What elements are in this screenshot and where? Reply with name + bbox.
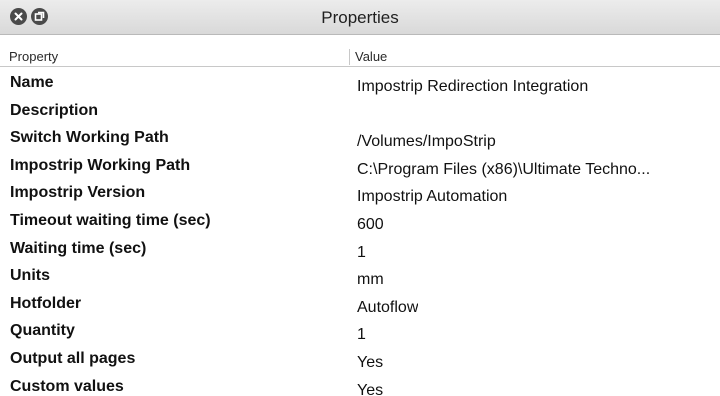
property-name: Custom values <box>10 377 124 395</box>
property-value[interactable]: /Volumes/ImpoStrip <box>357 133 496 151</box>
property-value[interactable]: Yes <box>357 354 383 372</box>
table-row[interactable]: Output all pages Yes <box>0 343 720 371</box>
table-row[interactable]: Hotfolder Autoflow <box>0 288 720 316</box>
table-row[interactable]: Units mm <box>0 260 720 288</box>
title-bar: Properties <box>0 0 720 35</box>
table-row[interactable]: Timeout waiting time (sec) 600 <box>0 205 720 233</box>
property-name: Description <box>10 101 99 119</box>
property-name: Timeout waiting time (sec) <box>10 211 211 229</box>
properties-window: Properties Property Value Name Impostrip… <box>0 0 720 396</box>
table-row[interactable]: Custom values Yes <box>0 371 720 396</box>
property-name: Impostrip Working Path <box>10 156 191 174</box>
property-name: Switch Working Path <box>10 129 169 147</box>
property-name: Units <box>10 267 50 285</box>
table-row[interactable]: Impostrip Version Impostrip Automation <box>0 177 720 205</box>
properties-table: Name Impostrip Redirection Integration D… <box>0 67 720 396</box>
property-value[interactable]: Yes <box>357 382 383 396</box>
table-row[interactable]: Switch Working Path /Volumes/ImpoStrip <box>0 122 720 150</box>
property-name: Quantity <box>10 322 75 340</box>
table-header: Property Value <box>0 47 720 67</box>
property-value[interactable]: Autoflow <box>357 299 418 317</box>
property-name: Waiting time (sec) <box>10 239 147 257</box>
column-header-value[interactable]: Value <box>355 49 387 64</box>
table-row[interactable]: Name Impostrip Redirection Integration <box>0 67 720 95</box>
table-row[interactable]: Description <box>0 95 720 123</box>
property-name: Output all pages <box>10 349 136 367</box>
property-value[interactable]: Impostrip Redirection Integration <box>357 78 588 96</box>
column-header-property[interactable]: Property <box>9 49 58 64</box>
property-value[interactable]: mm <box>357 271 384 289</box>
property-value[interactable]: 600 <box>357 216 384 234</box>
property-value[interactable]: 1 <box>357 244 366 262</box>
table-row[interactable]: Waiting time (sec) 1 <box>0 233 720 261</box>
table-row[interactable]: Impostrip Working Path C:\Program Files … <box>0 150 720 178</box>
property-value[interactable]: C:\Program Files (x86)\Ultimate Techno..… <box>357 161 650 179</box>
property-name: Hotfolder <box>10 294 82 312</box>
window-title: Properties <box>321 8 399 27</box>
property-name: Name <box>10 74 54 91</box>
property-name: Impostrip Version <box>10 184 146 202</box>
column-divider[interactable] <box>349 49 350 65</box>
property-value[interactable]: 1 <box>357 326 366 344</box>
property-value[interactable]: Impostrip Automation <box>357 188 507 206</box>
table-row[interactable]: Quantity 1 <box>0 315 720 343</box>
